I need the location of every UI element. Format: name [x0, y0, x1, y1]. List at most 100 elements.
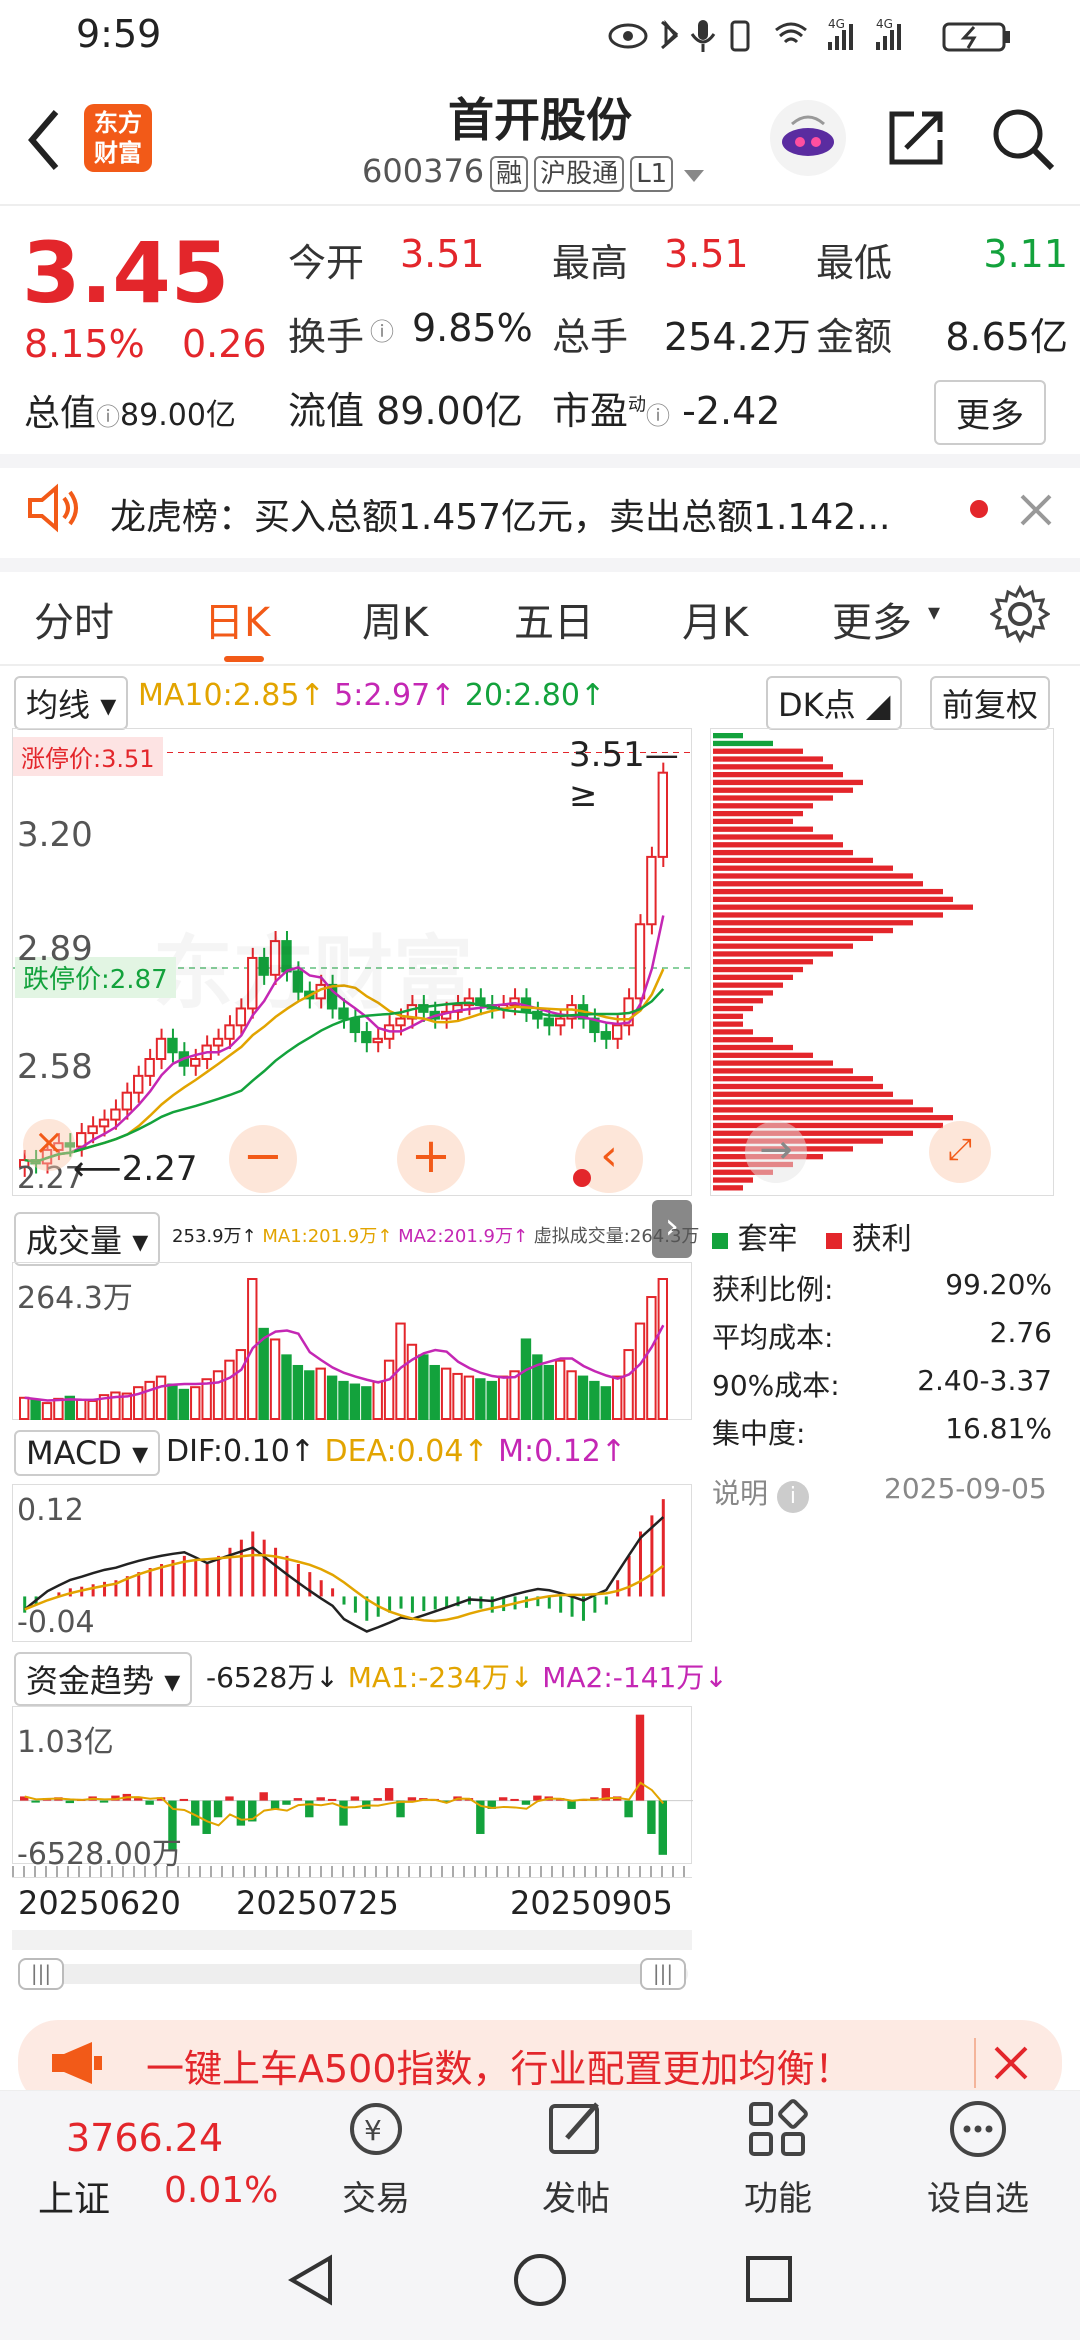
fund-bar — [236, 1800, 246, 1826]
share-icon[interactable] — [884, 104, 950, 170]
index-value[interactable]: 3766.24 — [66, 2116, 223, 2160]
tab-0[interactable]: 分时 — [34, 590, 114, 648]
macd-chart[interactable]: 0.12 -0.04 — [12, 1484, 692, 1642]
robot-avatar[interactable] — [770, 100, 846, 176]
collapse-left-button[interactable]: × — [23, 1119, 75, 1171]
volume-select[interactable]: 成交量 ▾ — [14, 1212, 161, 1266]
float-row: 流值 89.00亿 — [288, 380, 523, 435]
system-back-icon[interactable] — [286, 2252, 336, 2312]
zoom-in-button[interactable]: + — [397, 1125, 465, 1193]
chip-bar — [713, 873, 913, 879]
volume-bar — [577, 1375, 589, 1421]
event-dot[interactable] — [573, 1169, 591, 1187]
range-slider[interactable]: ||| ||| — [18, 1958, 688, 1990]
fund-chart[interactable]: 1.03亿 -6528.00万 — [12, 1706, 693, 1872]
volume-bar — [440, 1367, 452, 1421]
close-icon[interactable] — [990, 2042, 1032, 2084]
nav-functions[interactable]: 功能 — [688, 2096, 868, 2220]
chip-stat-value: 2.76 — [989, 1316, 1052, 1349]
code-dropdown-icon[interactable] — [684, 170, 705, 182]
chip-stat-label: 集中度: — [712, 1417, 806, 1450]
chevron-down-icon: ▾ — [928, 598, 941, 626]
fund-bar — [327, 1798, 337, 1801]
index-name[interactable]: 上证 — [38, 2170, 110, 2222]
fund-bar — [624, 1800, 633, 1818]
tab-1[interactable]: 日K — [204, 590, 270, 648]
more-dots-icon — [950, 2101, 1006, 2157]
nav-post[interactable]: 发帖 — [486, 2096, 666, 2220]
volume-bar — [406, 1343, 418, 1420]
tab-2[interactable]: 周K — [362, 590, 428, 648]
adjust-button[interactable]: 前复权 — [930, 676, 1051, 730]
ma20-value: 20:2.80↑ — [464, 678, 606, 713]
system-recents-icon[interactable] — [744, 2254, 794, 2308]
tab-4[interactable]: 月K — [682, 590, 748, 648]
info-icon[interactable]: ⓘ — [646, 402, 670, 430]
quote-label: 换手 — [288, 315, 365, 359]
settings-icon[interactable] — [989, 584, 1051, 644]
chip-bar — [713, 881, 923, 887]
range-handle-right[interactable]: ||| — [640, 1958, 686, 1990]
range-handle-left[interactable]: ||| — [18, 1958, 64, 1990]
volume-bar — [566, 1370, 577, 1420]
fund-bar — [521, 1800, 531, 1805]
zoom-out-button[interactable]: − — [229, 1125, 297, 1193]
candle — [87, 1125, 98, 1135]
chip-bar — [713, 1083, 883, 1090]
volume-values: 253.9万↑ MA1:201.9万↑ MA2:201.9万↑ 虚拟成交量:26… — [172, 1226, 700, 1247]
volume-chart[interactable]: 264.3万 — [12, 1262, 692, 1421]
volume-bar — [304, 1370, 315, 1420]
volume-bar — [657, 1278, 669, 1420]
macd-select[interactable]: MACD ▾ — [14, 1430, 161, 1476]
volume-bar — [201, 1378, 212, 1420]
fund-select[interactable]: 资金趋势 ▾ — [14, 1652, 193, 1706]
fund-bar — [225, 1796, 234, 1801]
chip-bar — [713, 1177, 753, 1183]
search-icon[interactable] — [988, 104, 1058, 174]
promo-text: 一键上车A500指数，行业配置更加均衡！ — [146, 2047, 853, 2091]
tab-3[interactable]: 五日 — [514, 590, 594, 648]
chip-bar — [713, 1029, 753, 1035]
nav-trade[interactable]: ¥ 交易 — [286, 2096, 466, 2220]
volume-bar — [235, 1349, 247, 1420]
system-home-icon[interactable] — [512, 2252, 568, 2312]
status-time: 9:59 — [76, 12, 162, 56]
fund-bar — [658, 1800, 667, 1855]
chip-distribution[interactable]: → ⤢ — [710, 728, 1054, 1196]
dk-point-button[interactable]: DK点 ◢ — [766, 676, 903, 730]
volume-bar — [600, 1386, 611, 1420]
next-arrow-button[interactable]: → — [745, 1121, 807, 1183]
close-icon[interactable] — [1016, 490, 1056, 530]
news-ticker[interactable]: 龙虎榜：买入总额1.457亿元，卖出总额1.142... — [110, 488, 930, 540]
chip-bar — [713, 1115, 953, 1121]
chip-bar — [713, 1005, 753, 1012]
chip-note[interactable]: 说明 i — [712, 1472, 809, 1513]
nav-add-watchlist[interactable]: 设自选 — [888, 2096, 1068, 2220]
quote-label: 总手 — [552, 315, 629, 359]
fund-y-max: 1.03亿 — [17, 1725, 114, 1760]
info-icon[interactable]: ⓘ — [370, 312, 394, 347]
chip-bar — [713, 740, 773, 747]
volume-bar — [338, 1380, 349, 1420]
chip-bar — [713, 779, 863, 786]
chip-bar — [713, 1044, 793, 1051]
tab-5[interactable]: 更多 — [832, 590, 912, 648]
chip-bar — [713, 795, 833, 801]
index-change[interactable]: 0.01% — [164, 2170, 278, 2211]
volume-bar — [87, 1399, 98, 1420]
chip-bar — [713, 771, 843, 778]
more-button[interactable]: 更多 — [934, 380, 1046, 445]
chip-bar — [713, 748, 803, 754]
fund-bar — [647, 1800, 656, 1834]
fund-bar — [213, 1800, 223, 1818]
kline-chart[interactable]: 东方财富 涨停价:3.51 跌停价:2.87 3.20 2.89 2.58 2.… — [12, 728, 693, 1196]
volume-bar — [155, 1375, 167, 1421]
page-title: 首开股份 — [448, 93, 632, 147]
ma-select[interactable]: 均线 ▾ — [14, 676, 129, 730]
volume-bar — [144, 1380, 155, 1420]
back-icon[interactable] — [20, 100, 70, 180]
info-icon[interactable]: ⓘ — [96, 403, 120, 431]
volume-bar — [76, 1398, 87, 1420]
expand-icon[interactable]: ⤢ — [929, 1121, 991, 1183]
candle — [212, 1037, 224, 1047]
